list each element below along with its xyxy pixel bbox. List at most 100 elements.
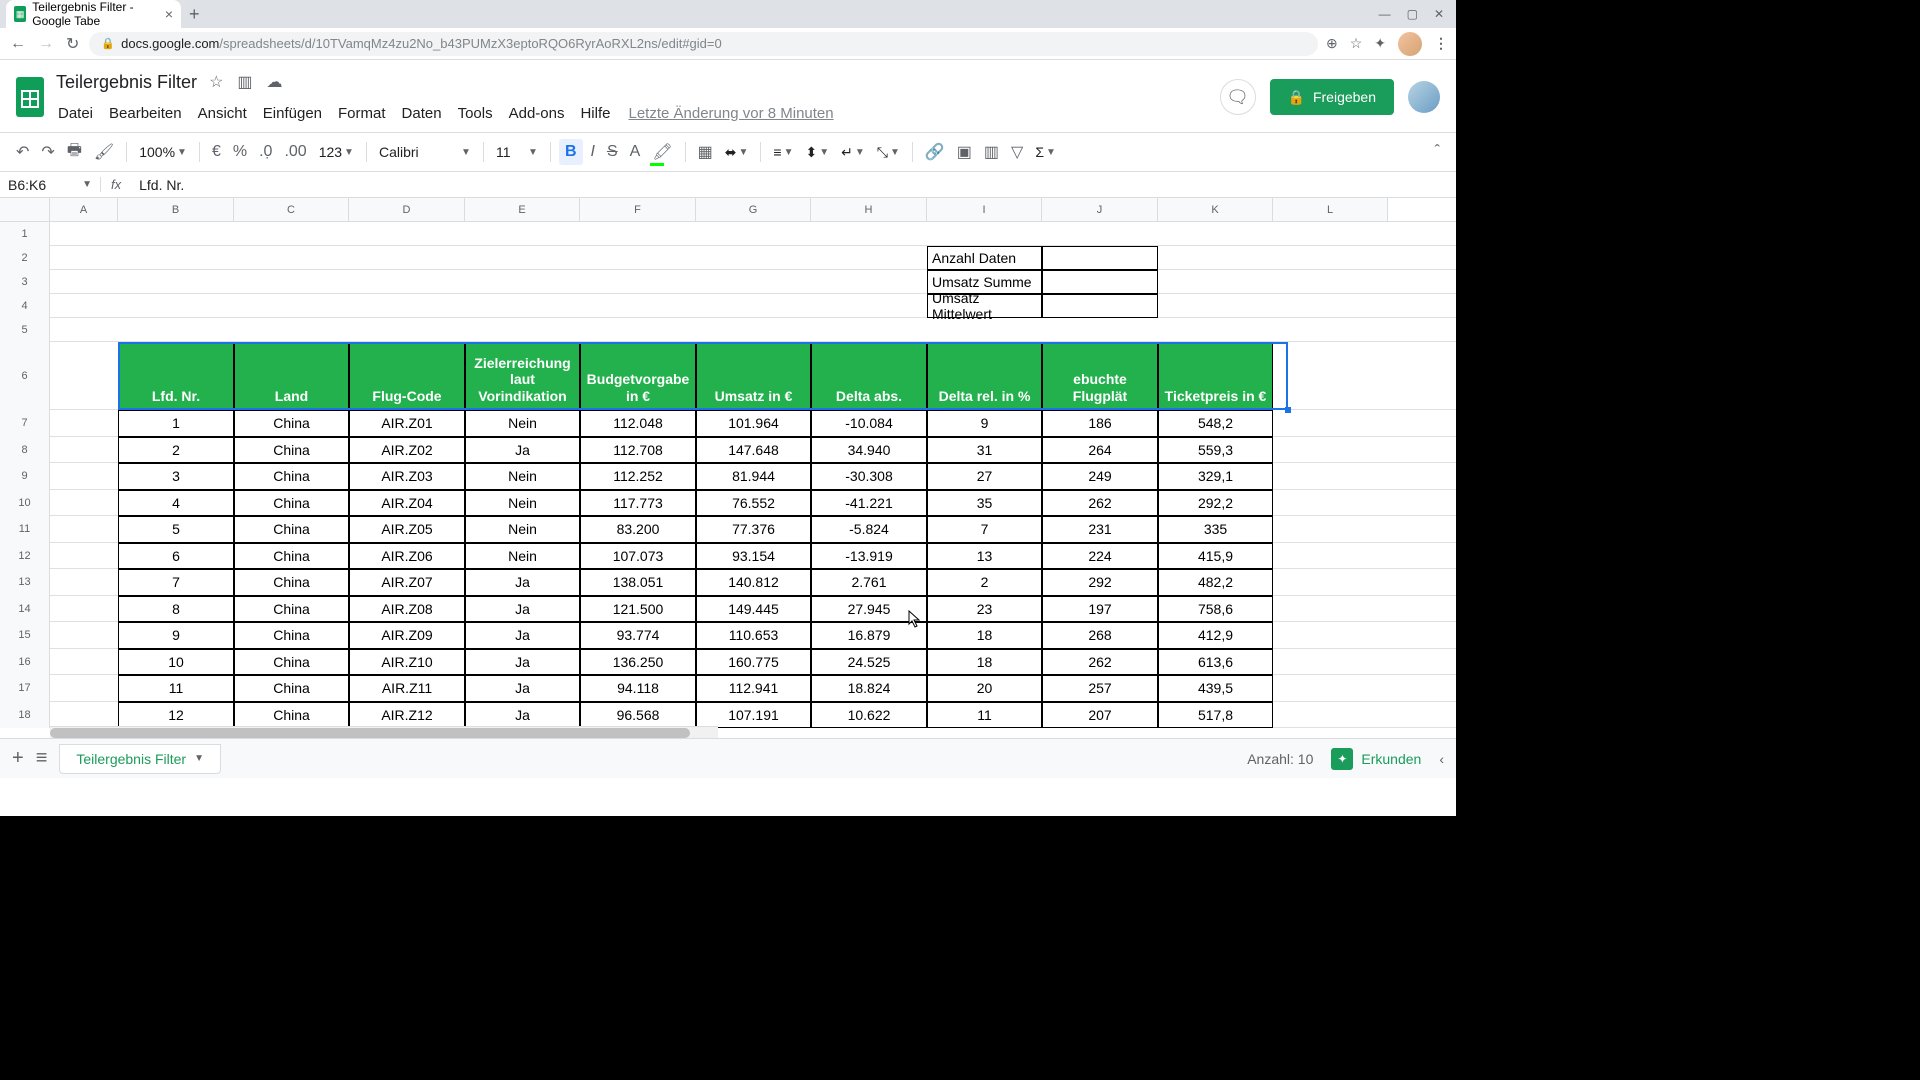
cell[interactable]: 559,3: [1158, 437, 1273, 464]
cell[interactable]: [50, 569, 118, 596]
cell[interactable]: AIR.Z04: [349, 490, 465, 517]
cell[interactable]: 27.945: [811, 596, 927, 623]
formula-input[interactable]: Lfd. Nr.: [131, 177, 192, 193]
cell[interactable]: Ja: [465, 649, 580, 676]
cell[interactable]: 412,9: [1158, 622, 1273, 649]
cell[interactable]: 292: [1042, 569, 1158, 596]
cell[interactable]: 112.708: [580, 437, 696, 464]
cell[interactable]: 107.191: [696, 702, 811, 729]
col-f[interactable]: F: [580, 198, 696, 221]
menu-ansicht[interactable]: Ansicht: [192, 103, 253, 124]
cell[interactable]: Ja: [465, 622, 580, 649]
cell[interactable]: [1273, 318, 1388, 342]
cell[interactable]: [50, 294, 118, 318]
cell[interactable]: [234, 270, 349, 294]
cell[interactable]: Ja: [465, 675, 580, 702]
wrap-button[interactable]: ↵▼: [837, 144, 869, 161]
cell[interactable]: -41.221: [811, 490, 927, 517]
cell[interactable]: [696, 270, 811, 294]
cell[interactable]: China: [234, 516, 349, 543]
cell[interactable]: 1: [118, 410, 234, 437]
cell[interactable]: Ticketpreis in €: [1158, 342, 1273, 410]
cell[interactable]: [1273, 702, 1388, 729]
browser-menu-icon[interactable]: ⋮: [1434, 35, 1448, 52]
font-size-select[interactable]: 11▼: [492, 144, 542, 160]
cell[interactable]: 35: [927, 490, 1042, 517]
row-header[interactable]: 1: [0, 222, 50, 246]
col-l[interactable]: L: [1273, 198, 1388, 221]
col-j[interactable]: J: [1042, 198, 1158, 221]
cell[interactable]: 758,6: [1158, 596, 1273, 623]
redo-button[interactable]: ↷: [37, 138, 58, 166]
cell[interactable]: [50, 649, 118, 676]
menu-daten[interactable]: Daten: [396, 103, 448, 124]
forward-button[interactable]: →: [36, 33, 56, 55]
cell[interactable]: [811, 318, 927, 342]
cell[interactable]: China: [234, 649, 349, 676]
cell[interactable]: Nein: [465, 410, 580, 437]
cell[interactable]: 249: [1042, 463, 1158, 490]
cell[interactable]: [1042, 270, 1158, 294]
cell[interactable]: 7: [927, 516, 1042, 543]
row-header[interactable]: 11: [0, 516, 50, 543]
cell[interactable]: [696, 222, 811, 246]
sheets-logo[interactable]: [10, 70, 50, 124]
cell[interactable]: China: [234, 702, 349, 729]
cell[interactable]: 83.200: [580, 516, 696, 543]
browser-tab[interactable]: ▦ Teilergebnis Filter - Google Tabe ×: [6, 0, 181, 28]
cell[interactable]: 93.154: [696, 543, 811, 570]
cell[interactable]: 31: [927, 437, 1042, 464]
cell[interactable]: 9: [118, 622, 234, 649]
cell[interactable]: [1273, 490, 1388, 517]
cell[interactable]: 121.500: [580, 596, 696, 623]
merge-button[interactable]: ⬌▼: [721, 144, 753, 161]
menu-addons[interactable]: Add-ons: [503, 103, 571, 124]
cell[interactable]: [1158, 294, 1273, 318]
select-all-corner[interactable]: [0, 198, 50, 221]
cell[interactable]: 5: [118, 516, 234, 543]
cell[interactable]: 613,6: [1158, 649, 1273, 676]
cell[interactable]: 257: [1042, 675, 1158, 702]
cell[interactable]: [811, 222, 927, 246]
menu-format[interactable]: Format: [332, 103, 392, 124]
cell[interactable]: [1273, 569, 1388, 596]
bold-button[interactable]: B: [559, 139, 583, 165]
cell[interactable]: China: [234, 675, 349, 702]
cell[interactable]: AIR.Z10: [349, 649, 465, 676]
row-header[interactable]: 14: [0, 596, 50, 623]
paint-format-button[interactable]: 🖌: [90, 138, 118, 166]
cell[interactable]: [1273, 437, 1388, 464]
new-tab-button[interactable]: +: [189, 4, 200, 25]
cell[interactable]: 6: [118, 543, 234, 570]
cell[interactable]: [50, 543, 118, 570]
cell[interactable]: [465, 270, 580, 294]
all-sheets-button[interactable]: ≡: [36, 747, 48, 770]
cell[interactable]: [1273, 675, 1388, 702]
col-e[interactable]: E: [465, 198, 580, 221]
rotate-button[interactable]: ⤡▼: [873, 144, 904, 161]
col-i[interactable]: I: [927, 198, 1042, 221]
cell[interactable]: [50, 222, 118, 246]
cell[interactable]: Land: [234, 342, 349, 410]
row-header[interactable]: 17: [0, 675, 50, 702]
zoom-select[interactable]: 100%▼: [135, 144, 191, 160]
cell[interactable]: [1273, 246, 1388, 270]
cell[interactable]: [1042, 318, 1158, 342]
cell[interactable]: [1042, 222, 1158, 246]
cell[interactable]: [580, 294, 696, 318]
cell[interactable]: AIR.Z01: [349, 410, 465, 437]
cell[interactable]: [1273, 649, 1388, 676]
cell[interactable]: [234, 294, 349, 318]
cell[interactable]: [465, 246, 580, 270]
print-button[interactable]: 🖶: [63, 135, 86, 170]
document-title[interactable]: Teilergebnis Filter: [50, 72, 197, 93]
row-header[interactable]: 18: [0, 702, 50, 729]
cell[interactable]: -13.919: [811, 543, 927, 570]
cell[interactable]: [50, 318, 118, 342]
cell[interactable]: [349, 318, 465, 342]
cell[interactable]: 197: [1042, 596, 1158, 623]
row-header[interactable]: 15: [0, 622, 50, 649]
cell[interactable]: China: [234, 622, 349, 649]
cell[interactable]: 96.568: [580, 702, 696, 729]
borders-button[interactable]: ▦: [694, 138, 717, 166]
